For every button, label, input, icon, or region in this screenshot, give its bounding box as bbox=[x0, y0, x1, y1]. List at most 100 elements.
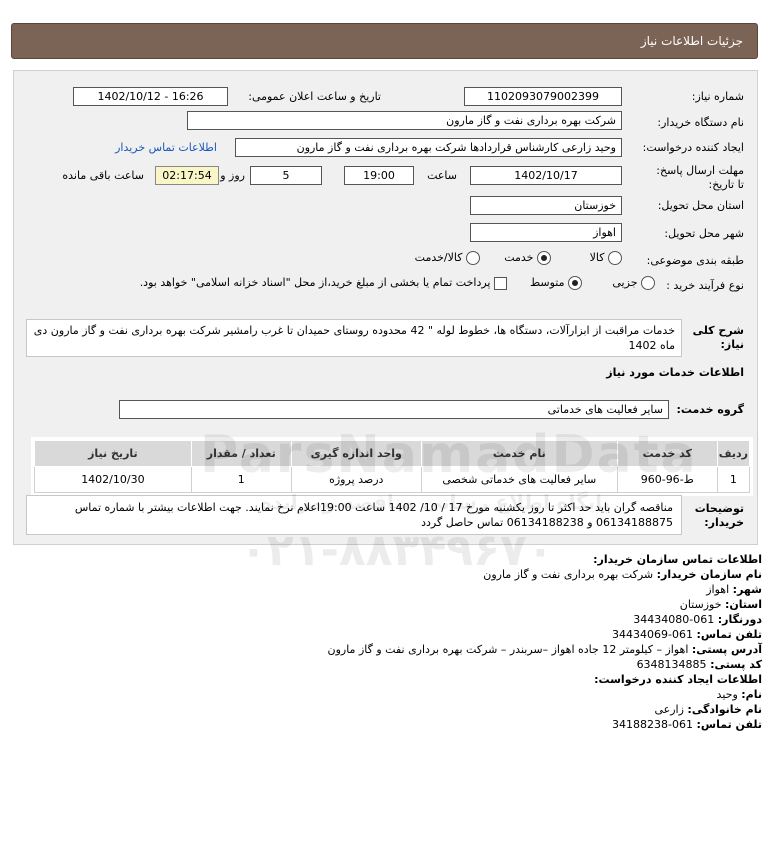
contact-phone-row: تلفن تماس: 061-34434069 bbox=[12, 627, 762, 642]
buyer-org-field[interactable]: شرکت بهره برداری نفت و گاز مارون bbox=[187, 111, 622, 130]
buyer-org-label: نام دستگاه خریدار: bbox=[657, 116, 744, 129]
creator-phone-row: تلفن تماس: 061-34188238 bbox=[12, 717, 762, 732]
process-option-jozii[interactable]: جزیی bbox=[612, 276, 655, 290]
process-option-motevaset-label: متوسط bbox=[529, 276, 565, 289]
need-number-label: شماره نیاز: bbox=[691, 90, 744, 103]
contact-org-row: نام سازمان خریدار: شرکت بهره برداری نفت … bbox=[12, 567, 762, 582]
radio-jozii[interactable] bbox=[641, 276, 655, 290]
city-field[interactable]: اهواز bbox=[470, 223, 622, 242]
category-option-kala[interactable]: کالا bbox=[590, 251, 622, 265]
contact-fax-value: 061-34434080 bbox=[633, 613, 715, 626]
payment-treasury-label: پرداخت تمام یا بخشی از مبلغ خرید،از محل … bbox=[139, 276, 491, 289]
payment-treasury-option[interactable]: پرداخت تمام یا بخشی از مبلغ خرید،از محل … bbox=[140, 276, 507, 290]
buyer-contact-link[interactable]: اطلاعات تماس خریدار bbox=[115, 141, 217, 154]
need-number-field[interactable]: 1102093079002399 bbox=[464, 87, 622, 106]
table-row: 1 ط-96-960 سایر فعالیت های خدماتی شخصی د… bbox=[34, 466, 751, 493]
cell-unit: درصد پروژه bbox=[290, 466, 422, 493]
creator-name-row: نام: وحید bbox=[12, 687, 762, 702]
process-option-jozii-label: جزیی bbox=[612, 276, 638, 289]
announce-date-label: تاریخ و ساعت اعلان عمومی: bbox=[248, 90, 381, 103]
cell-date: 1402/10/30 bbox=[34, 466, 192, 493]
process-option-motevaset[interactable]: متوسط bbox=[530, 276, 582, 290]
contact-org-value: شرکت بهره برداری نفت و گاز مارون bbox=[483, 568, 654, 581]
creator-family-row: نام خانوادگی: زارعی bbox=[12, 702, 763, 717]
page-title: جزئیات اطلاعات نیاز bbox=[640, 34, 743, 48]
payment-treasury-checkbox[interactable] bbox=[494, 276, 507, 290]
radio-kala-khedmat[interactable] bbox=[466, 251, 480, 265]
col-date: تاریخ نیاز bbox=[34, 440, 192, 467]
contact-section: اطلاعات تماس سازمان خریدار: نام سازمان خ… bbox=[12, 552, 763, 732]
radio-khedmat[interactable] bbox=[537, 251, 551, 265]
contact-address-value: اهواز – کیلومتر 12 جاده اهواز –سربندر – … bbox=[327, 643, 689, 656]
contact-title: اطلاعات تماس سازمان خریدار: bbox=[593, 553, 762, 566]
category-option-khedmat[interactable]: خدمت bbox=[504, 251, 551, 265]
contact-address-label: آدرس پستی: bbox=[691, 643, 762, 656]
contact-fax-row: دورنگار: 061-34434080 bbox=[12, 612, 762, 627]
services-table: ردیف کد خدمت نام خدمت واحد اندازه گیری ت… bbox=[34, 440, 751, 493]
details-panel: شماره نیاز: 1102093079002399 تاریخ و ساع… bbox=[13, 70, 758, 545]
creator-info-title: اطلاعات ایجاد کننده درخواست: bbox=[594, 673, 762, 686]
col-unit: واحد اندازه گیری bbox=[290, 440, 422, 467]
services-table-wrap: ردیف کد خدمت نام خدمت واحد اندازه گیری ت… bbox=[31, 437, 753, 496]
province-field[interactable]: خوزستان bbox=[470, 196, 622, 215]
deadline-time-label: ساعت bbox=[427, 169, 457, 182]
remaining-time-field: 02:17:54 bbox=[155, 166, 219, 185]
creator-family-value: زارعی bbox=[654, 703, 684, 716]
creator-field[interactable]: وحید زارعی کارشناس قراردادها شرکت بهره ب… bbox=[235, 138, 622, 157]
city-label: شهر محل تحویل: bbox=[664, 227, 744, 240]
category-option-kala-khedmat[interactable]: کالا/خدمت bbox=[415, 251, 480, 265]
radio-motevaset[interactable] bbox=[568, 276, 582, 290]
remaining-label: ساعت باقی مانده bbox=[62, 169, 144, 182]
days-field[interactable]: 5 bbox=[250, 166, 322, 185]
deadline-date-field[interactable]: 1402/10/17 bbox=[470, 166, 622, 185]
category-option-kala-khedmat-label: کالا/خدمت bbox=[414, 251, 463, 264]
announce-date-field[interactable]: 1402/10/12 - 16:26 bbox=[73, 87, 228, 106]
contact-city-row: شهر: اهواز bbox=[12, 582, 762, 597]
page-header: جزئیات اطلاعات نیاز bbox=[11, 23, 758, 59]
notes-label: توضیحات خریدار: bbox=[694, 502, 744, 529]
contact-postal-label: کد پستی: bbox=[710, 658, 762, 671]
contact-province-label: استان: bbox=[725, 598, 762, 611]
contact-city-label: شهر: bbox=[732, 583, 762, 596]
contact-address-row: آدرس پستی: اهواز – کیلومتر 12 جاده اهواز… bbox=[12, 642, 763, 657]
contact-org-label: نام سازمان خریدار: bbox=[656, 568, 762, 581]
creator-label: ایجاد کننده درخواست: bbox=[642, 141, 744, 154]
category-option-khedmat-label: خدمت bbox=[504, 251, 534, 264]
category-option-kala-label: کالا bbox=[589, 251, 605, 264]
cell-qty: 1 bbox=[190, 466, 292, 493]
notes-text: مناقصه گران باید حد اکثر تا روز یکشنبه م… bbox=[26, 495, 682, 535]
contact-province-value: خوزستان bbox=[679, 598, 722, 611]
category-label: طبقه بندی موضوعی: bbox=[646, 254, 744, 267]
creator-family-label: نام خانوادگی: bbox=[687, 703, 762, 716]
cell-code: ط-96-960 bbox=[616, 466, 718, 493]
col-row: ردیف bbox=[716, 440, 751, 467]
deadline-time-field[interactable]: 19:00 bbox=[344, 166, 414, 185]
radio-kala[interactable] bbox=[608, 251, 622, 265]
services-table-header: ردیف کد خدمت نام خدمت واحد اندازه گیری ت… bbox=[34, 440, 751, 467]
summary-label: شرح کلی نیاز: bbox=[692, 324, 744, 351]
deadline-label: مهلت ارسال پاسخ: تا تاریخ: bbox=[656, 164, 744, 191]
col-code: کد خدمت bbox=[616, 440, 718, 467]
cell-name: سایر فعالیت های خدماتی شخصی bbox=[420, 466, 618, 493]
contact-postal-value: 6348134885 bbox=[636, 658, 707, 671]
contact-city-value: اهواز bbox=[706, 583, 730, 596]
summary-text: خدمات مراقبت از ابزارآلات، دستگاه ها، خط… bbox=[26, 319, 682, 357]
services-title: اطلاعات خدمات مورد نیاز bbox=[606, 366, 744, 379]
cell-row: 1 bbox=[716, 466, 751, 493]
creator-name-label: نام: bbox=[741, 688, 762, 701]
contact-fax-label: دورنگار: bbox=[717, 613, 762, 626]
service-group-field[interactable]: سایر فعالیت های خدماتی bbox=[119, 400, 669, 419]
contact-phone-value: 061-34434069 bbox=[612, 628, 694, 641]
col-qty: تعداد / مقدار bbox=[190, 440, 292, 467]
creator-name-value: وحید bbox=[716, 688, 738, 701]
creator-phone-value: 061-34188238 bbox=[612, 718, 694, 731]
col-name: نام خدمت bbox=[420, 440, 618, 467]
days-label: روز و bbox=[220, 169, 245, 182]
contact-postal-row: کد پستی: 6348134885 bbox=[12, 657, 762, 672]
creator-phone-label: تلفن تماس: bbox=[696, 718, 762, 731]
contact-phone-label: تلفن تماس: bbox=[696, 628, 762, 641]
service-group-label: گروه خدمت: bbox=[676, 403, 744, 416]
process-label: نوع فرآیند خرید : bbox=[666, 279, 744, 292]
province-label: استان محل تحویل: bbox=[657, 199, 744, 212]
contact-province-row: استان: خوزستان bbox=[12, 597, 762, 612]
